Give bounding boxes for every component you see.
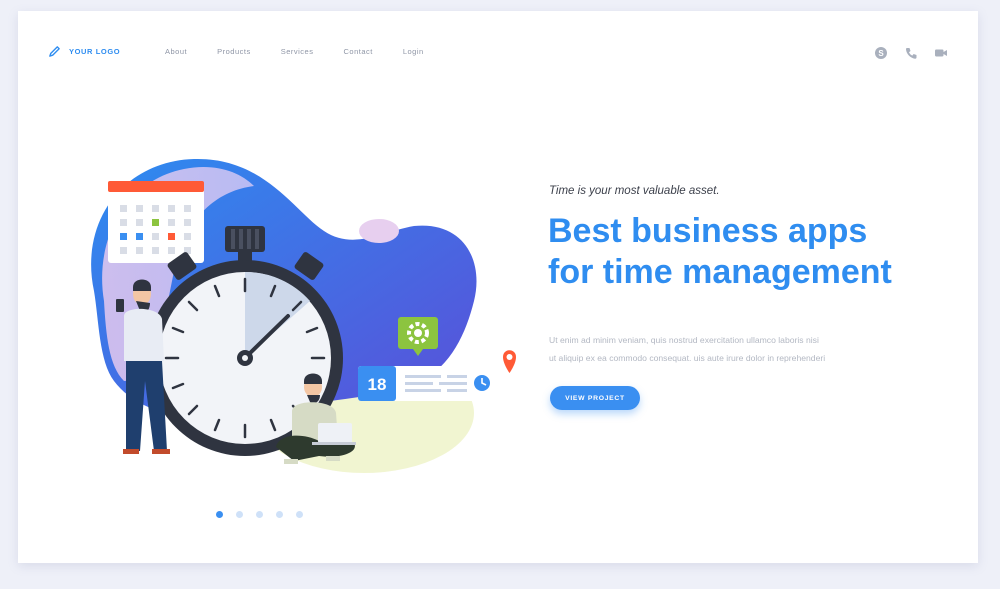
body-line-2: ut aliquip ex ea commodo consequat. uis …: [549, 353, 826, 363]
main-nav: About Products Services Contact Login: [165, 47, 454, 56]
headline-line-1: Best business apps: [548, 212, 868, 250]
pencil-icon: [49, 46, 60, 57]
carousel-dot-3[interactable]: [256, 511, 263, 518]
headline-line-2: for time management: [548, 253, 892, 291]
nav-services[interactable]: Services: [281, 47, 314, 56]
hero-illustration: 18: [91, 158, 518, 473]
header-icons: S: [874, 46, 948, 60]
calendar-card: [108, 181, 204, 263]
hero-body: Ut enim ad minim veniam, quis nostrud ex…: [549, 331, 879, 367]
nav-about[interactable]: About: [165, 47, 187, 56]
logo[interactable]: YOUR LOGO: [48, 45, 120, 58]
carousel-dot-1[interactable]: [216, 511, 223, 518]
view-project-button[interactable]: VIEW PROJECT: [550, 386, 640, 410]
logo-text: YOUR LOGO: [69, 47, 121, 56]
skype-icon[interactable]: S: [874, 46, 888, 60]
carousel-dot-2[interactable]: [236, 511, 243, 518]
phone-icon[interactable]: [904, 46, 918, 60]
event-date: 18: [368, 375, 387, 394]
hero-headline: Best business apps for time management: [548, 211, 948, 293]
nav-products[interactable]: Products: [217, 47, 251, 56]
body-line-1: Ut enim ad minim veniam, quis nostrud ex…: [549, 335, 819, 345]
nav-contact[interactable]: Contact: [343, 47, 372, 56]
video-camera-icon[interactable]: [934, 46, 948, 60]
nav-login[interactable]: Login: [403, 47, 424, 56]
pink-dot: [359, 219, 399, 243]
svg-text:S: S: [878, 49, 884, 58]
carousel-dots: [216, 511, 303, 518]
carousel-dot-4[interactable]: [276, 511, 283, 518]
hero-tagline: Time is your most valuable asset.: [549, 185, 720, 197]
carousel-dot-5[interactable]: [296, 511, 303, 518]
event-card: 18: [358, 366, 518, 401]
landing-card: YOUR LOGO About Products Services Contac…: [18, 11, 978, 563]
